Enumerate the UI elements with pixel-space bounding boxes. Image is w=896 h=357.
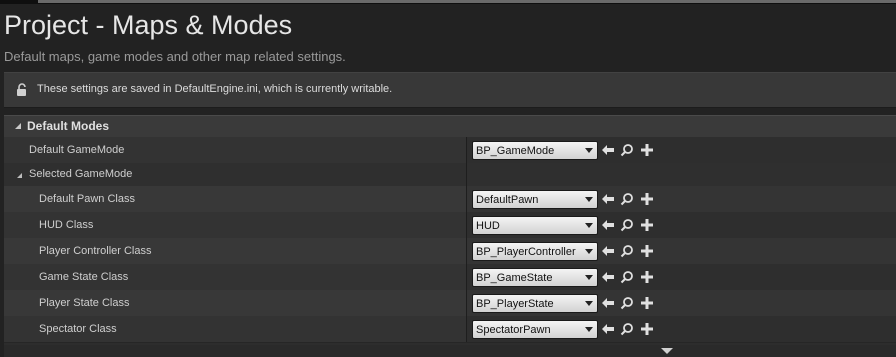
combo-value: BP_GameMode (476, 145, 555, 157)
chevron-down-icon[interactable] (581, 269, 597, 286)
combo-value: HUD (476, 220, 500, 232)
category-header-default-modes[interactable]: Default Modes (4, 115, 896, 137)
combo-value: BP_PlayerState (476, 298, 554, 310)
gamemode-combo[interactable]: BP_GameMode (472, 141, 598, 160)
property-row-spectator-class: Spectator Class SpectatorPawn (4, 316, 896, 343)
column-divider[interactable] (466, 163, 467, 186)
plus-icon[interactable] (640, 244, 654, 258)
search-icon[interactable] (620, 322, 634, 336)
combo-value: DefaultPawn (476, 194, 539, 206)
category-label: Default Modes (27, 119, 110, 133)
chevron-down-icon[interactable] (581, 142, 597, 159)
chevron-down-icon[interactable] (581, 243, 597, 260)
search-icon[interactable] (620, 296, 634, 310)
player-controller-combo[interactable]: BP_PlayerController (472, 242, 598, 261)
property-label: Default Pawn Class (39, 193, 135, 205)
chevron-down-icon[interactable] (581, 191, 597, 208)
game-state-combo[interactable]: BP_GameState (472, 268, 598, 287)
search-icon[interactable] (620, 143, 634, 157)
property-label: Spectator Class (39, 323, 117, 335)
unlock-icon (17, 83, 26, 96)
property-row-game-state-class: Game State Class BP_GameState (4, 264, 896, 291)
property-label: Default GameMode (29, 144, 125, 156)
property-group-selected-gamemode[interactable]: Selected GameMode (4, 163, 896, 187)
window-top-highlight (38, 0, 896, 3)
arrow-left-icon[interactable] (601, 192, 615, 206)
property-label: HUD Class (39, 219, 94, 231)
combo-value: BP_GameState (476, 272, 553, 284)
property-row-hud-class: HUD Class HUD (4, 212, 896, 239)
plus-icon[interactable] (640, 218, 654, 232)
arrow-left-icon[interactable] (601, 143, 615, 157)
hud-class-combo[interactable]: HUD (472, 216, 598, 235)
collapse-arrow-icon[interactable] (17, 173, 22, 178)
arrow-left-icon[interactable] (601, 270, 615, 284)
property-row-player-state-class: Player State Class BP_PlayerState (4, 290, 896, 317)
plus-icon[interactable] (640, 270, 654, 284)
search-icon[interactable] (620, 192, 634, 206)
expand-advanced-icon[interactable] (661, 348, 673, 354)
notice-text: These settings are saved in DefaultEngin… (37, 83, 393, 95)
config-notice-bar: These settings are saved in DefaultEngin… (4, 72, 896, 108)
collapse-arrow-icon[interactable] (15, 123, 21, 129)
page-title: Project - Maps & Modes (4, 10, 293, 40)
chevron-down-icon[interactable] (581, 295, 597, 312)
property-row-default-pawn-class: Default Pawn Class DefaultPawn (4, 186, 896, 213)
arrow-left-icon[interactable] (601, 218, 615, 232)
spectator-class-combo[interactable]: SpectatorPawn (472, 320, 598, 339)
plus-icon[interactable] (640, 322, 654, 336)
search-icon[interactable] (620, 270, 634, 284)
property-label: Game State Class (39, 271, 129, 283)
property-row-default-gamemode: Default GameMode BP_GameMode (4, 137, 896, 164)
property-label: Player State Class (39, 297, 130, 309)
arrow-left-icon[interactable] (601, 244, 615, 258)
arrow-left-icon[interactable] (601, 322, 615, 336)
advanced-footer (4, 345, 896, 357)
plus-icon[interactable] (640, 192, 654, 206)
plus-icon[interactable] (640, 296, 654, 310)
property-row-player-controller-class: Player Controller Class BP_PlayerControl… (4, 238, 896, 265)
chevron-down-icon[interactable] (581, 321, 597, 338)
arrow-left-icon[interactable] (601, 296, 615, 310)
property-label: Player Controller Class (39, 245, 152, 257)
group-label: Selected GameMode (29, 168, 133, 180)
combo-value: SpectatorPawn (476, 324, 551, 336)
player-state-combo[interactable]: BP_PlayerState (472, 294, 598, 313)
chevron-down-icon[interactable] (581, 217, 597, 234)
combo-value: BP_PlayerController (476, 246, 576, 258)
search-icon[interactable] (620, 244, 634, 258)
default-pawn-combo[interactable]: DefaultPawn (472, 190, 598, 209)
page-subtitle: Default maps, game modes and other map r… (4, 49, 346, 64)
search-icon[interactable] (620, 218, 634, 232)
plus-icon[interactable] (640, 143, 654, 157)
